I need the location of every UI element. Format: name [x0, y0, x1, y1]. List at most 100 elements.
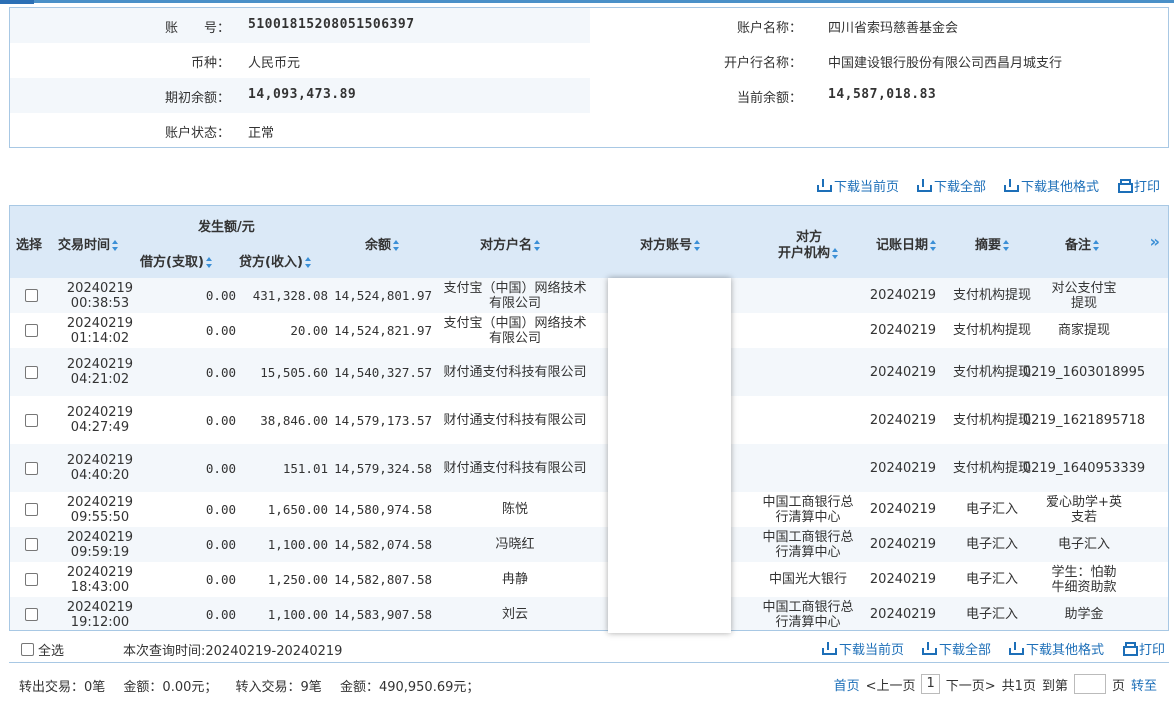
checkbox[interactable] — [21, 643, 34, 656]
more-columns-icon[interactable]: » — [1150, 232, 1161, 251]
row-checkbox[interactable] — [24, 503, 38, 516]
active-tab-indicator[interactable] — [0, 0, 34, 4]
post-date-cell: 20240219 — [862, 492, 944, 527]
header-remark[interactable]: 备注 — [1065, 234, 1100, 253]
debit-cell: 0.00 — [148, 444, 236, 492]
header-post-date[interactable]: 记账日期 — [876, 234, 937, 253]
download-other-button[interactable]: 下载其他格式 — [1008, 639, 1104, 658]
header-party-account[interactable]: 对方账号 — [640, 234, 701, 253]
summary-cell: 支付机构提现 — [952, 444, 1032, 492]
sort-icon — [832, 248, 839, 259]
row-checkbox[interactable] — [24, 324, 38, 337]
header-credit[interactable]: 贷方(收入) — [239, 251, 312, 270]
credit-cell-text: 431,328.08 — [252, 288, 328, 303]
balance-cell-text: 14,582,074.58 — [334, 537, 432, 552]
debit-cell-text: 0.00 — [205, 364, 236, 380]
total-pages: 共1页 — [1001, 678, 1036, 694]
account-row-3: 期初余额： 14,093,473.89 当前余额： 14,587,018.83 — [10, 78, 1168, 113]
txn-time: 04:27:49 — [70, 420, 130, 435]
redaction-mask — [608, 278, 731, 633]
remark-cell-text: 对公支付宝提现 — [1051, 280, 1117, 311]
row-checkbox[interactable] — [24, 289, 38, 302]
header-time[interactable]: 交易时间 — [58, 234, 119, 253]
header-balance[interactable]: 余额 — [365, 234, 400, 253]
remark-cell: 0219_1603018995 — [1023, 348, 1145, 396]
in-amount: 金额：490,950.69元； — [339, 680, 480, 695]
balance-cell-text: 14,583,907.58 — [334, 607, 432, 622]
print-button[interactable]: 打印 — [1122, 639, 1165, 658]
current-balance-label: 当前余额： — [736, 91, 802, 106]
party-name-cell-text: 财付通支付科技有限公司 — [443, 460, 587, 476]
download-all-button[interactable]: 下载全部 — [916, 176, 986, 195]
time-cell: 20240219 04:40:20 — [52, 444, 148, 492]
sort-icon — [205, 257, 213, 268]
time-cell: 20240219 18:43:00 — [52, 562, 148, 597]
row-checkbox[interactable] — [24, 461, 38, 475]
header-amount-group: 发生额/元 — [198, 220, 255, 235]
prev-page-link[interactable]: <上一页 — [866, 675, 916, 694]
party-bank-cell-text: 中国工商银行总行清算中心 — [762, 494, 854, 525]
post-date-cell: 20240219 — [862, 396, 944, 444]
select-cell — [10, 492, 52, 527]
download-page-button[interactable]: 下载当前页 — [821, 639, 904, 658]
summary-cell-text: 支付机构提现 — [952, 288, 1031, 303]
header-debit[interactable]: 借方(支取) — [140, 251, 213, 270]
post-date-cell: 20240219 — [862, 278, 944, 313]
debit-cell-text: 0.00 — [205, 537, 236, 552]
debit-cell-text: 0.00 — [205, 288, 236, 303]
download-other-button[interactable]: 下载其他格式 — [1003, 176, 1099, 195]
party-name-cell-text: 冉静 — [501, 572, 528, 587]
party-bank-cell-text: 中国光大银行 — [768, 572, 847, 587]
download-icon — [821, 641, 837, 655]
print-button[interactable]: 打印 — [1117, 176, 1160, 195]
select-all-checkbox[interactable]: 全选 — [21, 640, 64, 659]
party-name-cell: 冯晓红 — [442, 527, 588, 562]
top-tab-bar — [0, 0, 1174, 4]
party-bank-cell: 中国工商银行总行清算中心 — [758, 492, 858, 527]
summary-cell-text: 支付机构提现 — [952, 323, 1031, 338]
row-checkbox[interactable] — [24, 538, 38, 551]
sort-icon — [694, 240, 701, 251]
balance-cell-text: 14,579,173.57 — [334, 412, 432, 428]
balance-cell-text: 14,540,327.57 — [334, 364, 432, 380]
party-bank-cell — [758, 396, 858, 444]
row-checkbox[interactable] — [24, 573, 38, 586]
goto-page-input[interactable] — [1073, 674, 1106, 694]
first-page-link[interactable]: 首页 — [834, 675, 860, 694]
txn-time: 18:43:00 — [70, 579, 130, 595]
balance-cell: 14,580,974.58 — [328, 492, 432, 527]
time-cell: 20240219 04:21:02 — [52, 348, 148, 396]
header-party-bank[interactable]: 开户机构 — [778, 242, 839, 261]
balance-cell: 14,582,807.58 — [328, 562, 432, 597]
debit-cell: 0.00 — [148, 492, 236, 527]
party-bank-cell: 中国工商银行总行清算中心 — [758, 527, 858, 562]
party-bank-cell: 中国工商银行总行清算中心 — [758, 597, 858, 630]
next-page-link[interactable]: 下一页> — [946, 675, 996, 694]
table-row: 20240219 19:12:00 0.00 1,100.00 14,583,907.5… — [10, 597, 1168, 630]
txn-date: 20240219 — [66, 529, 134, 545]
row-checkbox[interactable] — [24, 365, 38, 379]
select-cell — [10, 348, 52, 396]
row-checkbox[interactable] — [24, 413, 38, 427]
party-name-cell-text: 冯晓红 — [495, 537, 535, 552]
balance-cell: 14,582,074.58 — [328, 527, 432, 562]
printer-icon — [1117, 178, 1133, 193]
credit-cell-text: 1,100.00 — [267, 607, 328, 622]
sort-icon — [930, 240, 937, 251]
download-page-button[interactable]: 下载当前页 — [816, 176, 899, 195]
account-no-label: 账 号： — [164, 21, 230, 36]
header-summary[interactable]: 摘要 — [975, 234, 1010, 253]
goto-button[interactable]: 转至 — [1131, 675, 1157, 694]
printer-icon — [1122, 641, 1138, 656]
header-party-name[interactable]: 对方户名 — [480, 234, 541, 253]
current-balance-value: 14,587,018.83 — [828, 87, 937, 102]
account-no-value: 51001815208051506397 — [248, 17, 415, 32]
credit-cell: 1,650.00 — [236, 492, 328, 527]
post-date-cell: 20240219 — [862, 562, 944, 597]
remark-cell: 对公支付宝提现 — [1046, 278, 1122, 313]
out-count: 转出交易：0笔 — [19, 680, 106, 695]
row-checkbox[interactable] — [24, 608, 38, 621]
table-row: 20240219 01:14:02 0.00 20.00 14,524,821.97 支付… — [10, 313, 1168, 348]
download-all-button[interactable]: 下载全部 — [921, 639, 991, 658]
txn-date: 20240219 — [66, 453, 134, 468]
